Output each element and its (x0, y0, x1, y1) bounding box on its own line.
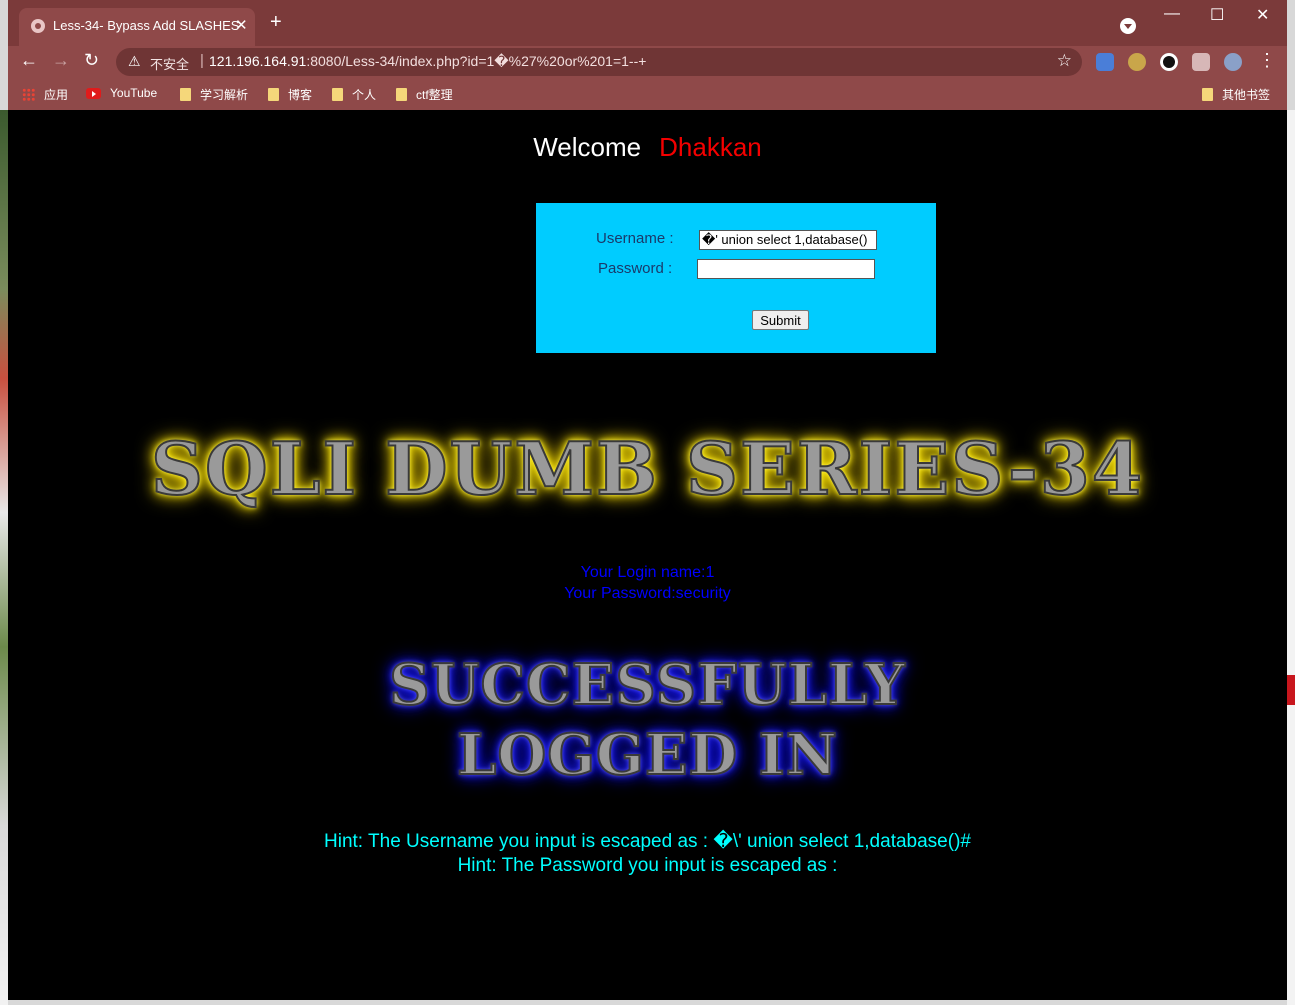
hint-username: Hint: The Username you input is escaped … (324, 831, 971, 852)
close-window-button[interactable]: ✕ (1256, 5, 1269, 25)
browser-window: Less-34- Bypass Add SLASHES ✕ + — ☐ ✕ ← … (8, 0, 1287, 1000)
hints: Hint: The Username you input is escaped … (8, 830, 1287, 878)
bookmark-folder-study[interactable]: 学习解析 (180, 86, 248, 103)
bookmark-apps[interactable]: 应用 (22, 86, 68, 103)
url-path: :8080/Less-34/index.php?id=1�%27%20or%20… (306, 53, 647, 69)
youtube-icon (86, 87, 101, 99)
address-bar[interactable]: ⚠ 不安全 | 121.196.164.91:8080/Less-34/inde… (116, 48, 1082, 76)
bookmark-folder-blog[interactable]: 博客 (268, 86, 312, 103)
bookmark-label: ctf整理 (416, 88, 453, 102)
login-name-text: Your Login name:1 (580, 564, 715, 581)
bookmarks-bar: 应用 YouTube 学习解析 博客 个人 ctf整理 其他书签 (8, 80, 1287, 110)
page-content: Welcome Dhakkan Username : Password : Sub… (8, 110, 1287, 1000)
welcome-name: Dhakkan (659, 132, 762, 162)
maximize-button[interactable]: ☐ (1210, 5, 1224, 25)
username-label: Username : (596, 230, 674, 247)
warning-icon: ⚠ (128, 53, 141, 69)
globe-icon (31, 19, 45, 33)
desktop-background-left (0, 110, 8, 1005)
menu-icon[interactable]: ⋮ (1258, 50, 1276, 71)
tab-close-icon[interactable]: ✕ (235, 16, 248, 34)
bookmark-folder-ctf[interactable]: ctf整理 (396, 86, 453, 103)
password-input[interactable] (697, 259, 875, 279)
profile-avatar-icon[interactable] (1224, 53, 1242, 71)
bookmark-label: 博客 (288, 88, 313, 102)
security-label: 不安全 (150, 57, 190, 72)
bookmark-label: YouTube (110, 86, 158, 100)
title-bar: Less-34- Bypass Add SLASHES ✕ + — ☐ ✕ (8, 0, 1287, 46)
tab-search-icon[interactable] (1120, 18, 1136, 34)
login-form: Username : Password : Submit (536, 203, 936, 353)
browser-tab[interactable]: Less-34- Bypass Add SLASHES ✕ (19, 8, 255, 46)
success-line-2: LOGGED IN (456, 721, 838, 789)
owl-icon[interactable] (1128, 53, 1146, 71)
browser-toolbar: ← → ↻ ⚠ 不安全 | 121.196.164.91:8080/Less-3… (8, 46, 1287, 80)
folder-icon (1202, 88, 1213, 101)
puzzle-icon[interactable] (1192, 53, 1210, 71)
bookmark-label: 其他书签 (1222, 88, 1271, 102)
login-password-text: Your Password:security (564, 585, 731, 602)
forward-button[interactable]: → (52, 50, 70, 71)
folder-icon (180, 88, 191, 101)
bookmark-label: 应用 (44, 88, 69, 102)
reload-button[interactable]: ↻ (84, 50, 99, 71)
username-input[interactable] (699, 230, 877, 250)
bookmark-label: 学习解析 (200, 88, 249, 102)
success-image: SUCCESSFULLY LOGGED IN (8, 650, 1287, 790)
apps-icon (22, 88, 35, 101)
address-separator: | (200, 52, 204, 69)
back-button[interactable]: ← (20, 50, 38, 71)
series-title-image: SQLI DUMB SERIES-34 (150, 425, 1144, 512)
welcome-text: Welcome (533, 132, 642, 162)
bookmark-other[interactable]: 其他书签 (1202, 86, 1270, 103)
success-line-1: SUCCESSFULLY (388, 651, 906, 719)
bookmark-label: 个人 (352, 88, 377, 102)
hint-password: Hint: The Password you input is escaped … (457, 855, 838, 876)
bookmark-youtube[interactable]: YouTube (86, 86, 157, 100)
password-label: Password : (598, 260, 673, 277)
login-result: Your Login name:1 Your Password:security (8, 562, 1287, 604)
folder-icon (396, 88, 407, 101)
url-text: 121.196.164.91:8080/Less-34/index.php?id… (209, 53, 646, 70)
tab-title: Less-34- Bypass Add SLASHES (53, 18, 240, 33)
minimize-button[interactable]: — (1164, 5, 1180, 23)
url-host: 121.196.164.91 (209, 53, 307, 69)
circle-icon[interactable] (1160, 53, 1178, 71)
desktop-background-right (1269, 110, 1295, 1005)
bookmark-folder-personal[interactable]: 个人 (332, 86, 376, 103)
bookmark-star-icon[interactable]: ☆ (1057, 51, 1072, 71)
translate-icon[interactable] (1096, 53, 1114, 71)
new-tab-button[interactable]: + (270, 12, 282, 32)
folder-icon (332, 88, 343, 101)
welcome-heading: Welcome Dhakkan (8, 132, 1287, 163)
folder-icon (268, 88, 279, 101)
submit-button[interactable]: Submit (752, 310, 809, 330)
